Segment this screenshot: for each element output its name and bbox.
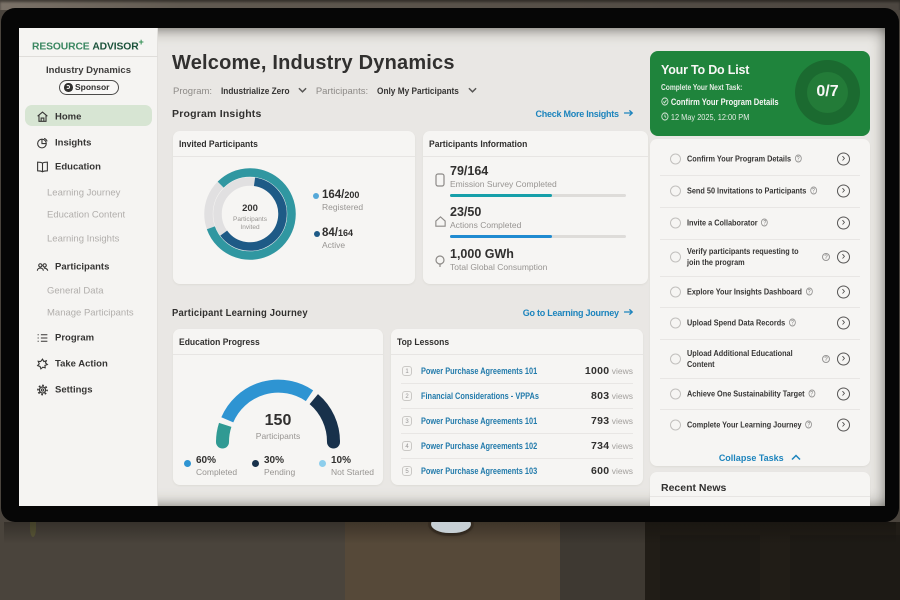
svg-text:Participants: Participants	[256, 431, 300, 441]
svg-text:150: 150	[265, 412, 292, 429]
svg-text:200: 200	[242, 203, 258, 214]
svg-text:Invited: Invited	[240, 224, 260, 231]
svg-text:Participants: Participants	[233, 216, 268, 223]
